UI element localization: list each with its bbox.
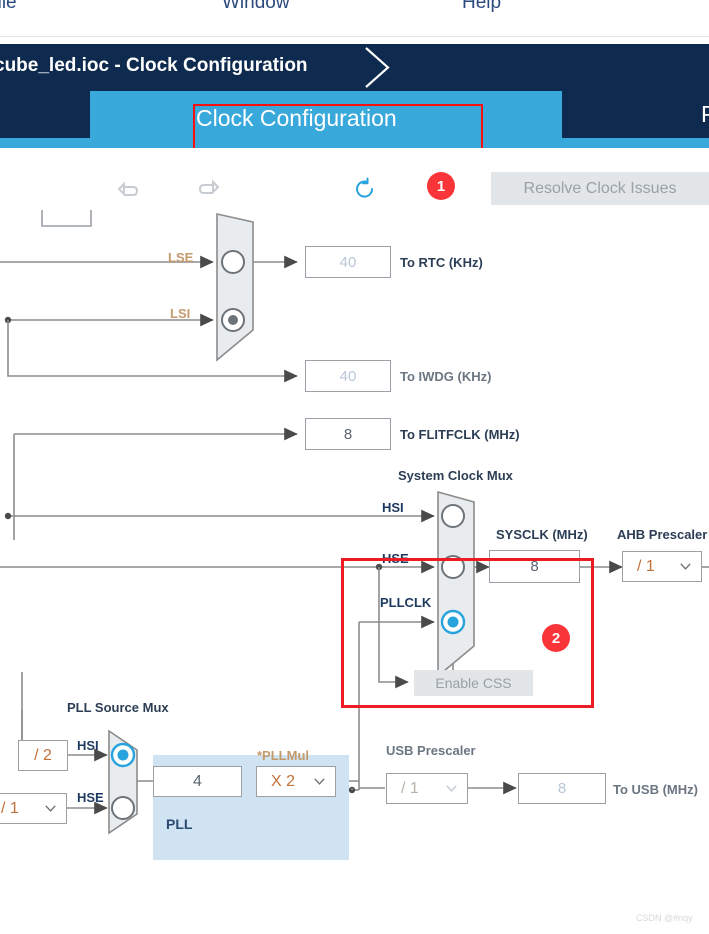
chevron-down-icon	[314, 777, 325, 785]
pll-input-value-box[interactable]: 4	[153, 766, 242, 797]
system-clock-mux-title: System Clock Mux	[398, 468, 513, 483]
to-usb-value: 8	[557, 780, 567, 797]
to-usb-label: To USB (MHz)	[613, 782, 698, 797]
breadcrumb-title: cube_led.ioc - Clock Configuration	[0, 55, 308, 76]
watermark: CSDN @#nqy	[636, 913, 693, 923]
chevron-down-icon	[45, 804, 56, 812]
menu-item-file[interactable]: File	[0, 0, 17, 14]
to-flitfclk-label: To FLITFCLK (MHz)	[400, 427, 520, 442]
to-rtc-value: 40	[339, 253, 357, 271]
hse-divider-value: / 1	[1, 799, 19, 817]
usb-prescaler-select[interactable]: / 1	[386, 773, 468, 804]
usb-prescaler-value: / 1	[401, 779, 419, 797]
annotation-badge-1: 1	[427, 172, 455, 200]
pll-source-mux[interactable]	[105, 728, 141, 836]
annotation-highlight-tab	[193, 104, 483, 152]
chevron-down-icon	[680, 562, 691, 570]
hsi-divider-value: / 2	[34, 746, 52, 764]
menu-item-help[interactable]: Help	[462, 0, 501, 14]
tab-project-manager[interactable]: P	[562, 91, 709, 138]
breadcrumb-chevron-icon	[362, 44, 409, 91]
pll-source-mux-radio-hse	[111, 796, 135, 820]
rtc-mux-input-label-lsi: LSI	[170, 306, 191, 321]
to-rtc-label: To RTC (KHz)	[400, 255, 483, 270]
to-iwdg-value: 40	[339, 367, 357, 385]
to-iwdg-label: To IWDG (KHz)	[400, 369, 492, 384]
pllmul-select[interactable]: X 2	[256, 766, 336, 797]
sysclk-label: SYSCLK (MHz)	[496, 527, 588, 542]
system-clock-mux-input-label-hsi: HSI	[382, 500, 404, 515]
menu-divider	[0, 36, 709, 37]
tab-pinout[interactable]	[0, 91, 90, 138]
rtc-mux-input-label-lse: LSE	[168, 250, 194, 265]
refresh-icon[interactable]	[352, 176, 378, 202]
breadcrumb-bar: cube_led.ioc - Clock Configuration	[0, 44, 709, 91]
to-flitfclk-value-box[interactable]: 8	[305, 418, 391, 450]
to-iwdg-value-box[interactable]: 40	[305, 360, 391, 392]
to-rtc-value-box[interactable]: 40	[305, 246, 391, 278]
hsi-divider-box: / 2	[18, 740, 68, 771]
rtc-clock-mux[interactable]	[213, 210, 257, 365]
to-flitfclk-value: 8	[343, 425, 353, 443]
redo-icon[interactable]	[196, 176, 222, 202]
tab-project-manager-label: P	[701, 101, 709, 127]
menu-item-window[interactable]: Window	[222, 0, 290, 14]
resolve-clock-issues-label: Resolve Clock Issues	[523, 179, 677, 197]
to-usb-value-box[interactable]: 8	[518, 773, 606, 804]
chevron-down-icon	[446, 784, 457, 792]
annotation-badge-1-label: 1	[436, 177, 446, 195]
menu-bar: File Window Help	[0, 0, 709, 36]
rtc-mux-radio-lse	[221, 250, 245, 274]
usb-prescaler-label: USB Prescaler	[386, 743, 476, 758]
pll-input-value: 4	[193, 772, 202, 790]
system-clock-mux-radio-hsi	[441, 504, 465, 528]
pllmul-label: *PLLMul	[257, 748, 309, 763]
resolve-clock-issues-button[interactable]: Resolve Clock Issues	[491, 172, 709, 205]
hse-divider-select[interactable]: / 1	[0, 793, 67, 824]
pll-source-mux-input-label-hsi: HSI	[77, 738, 99, 753]
ahb-prescaler-select[interactable]: / 1	[622, 551, 702, 582]
annotation-badge-2: 2	[542, 624, 570, 652]
pll-source-mux-title: PLL Source Mux	[67, 700, 169, 715]
pll-band-label: PLL	[166, 816, 193, 832]
pllmul-value: X 2	[271, 772, 296, 790]
ahb-prescaler-label: AHB Prescaler	[617, 527, 708, 542]
ahb-prescaler-value: / 1	[637, 557, 655, 575]
annotation-badge-2-label: 2	[551, 629, 561, 647]
undo-icon[interactable]	[115, 176, 141, 202]
pll-source-mux-input-label-hse: HSE	[77, 790, 104, 805]
